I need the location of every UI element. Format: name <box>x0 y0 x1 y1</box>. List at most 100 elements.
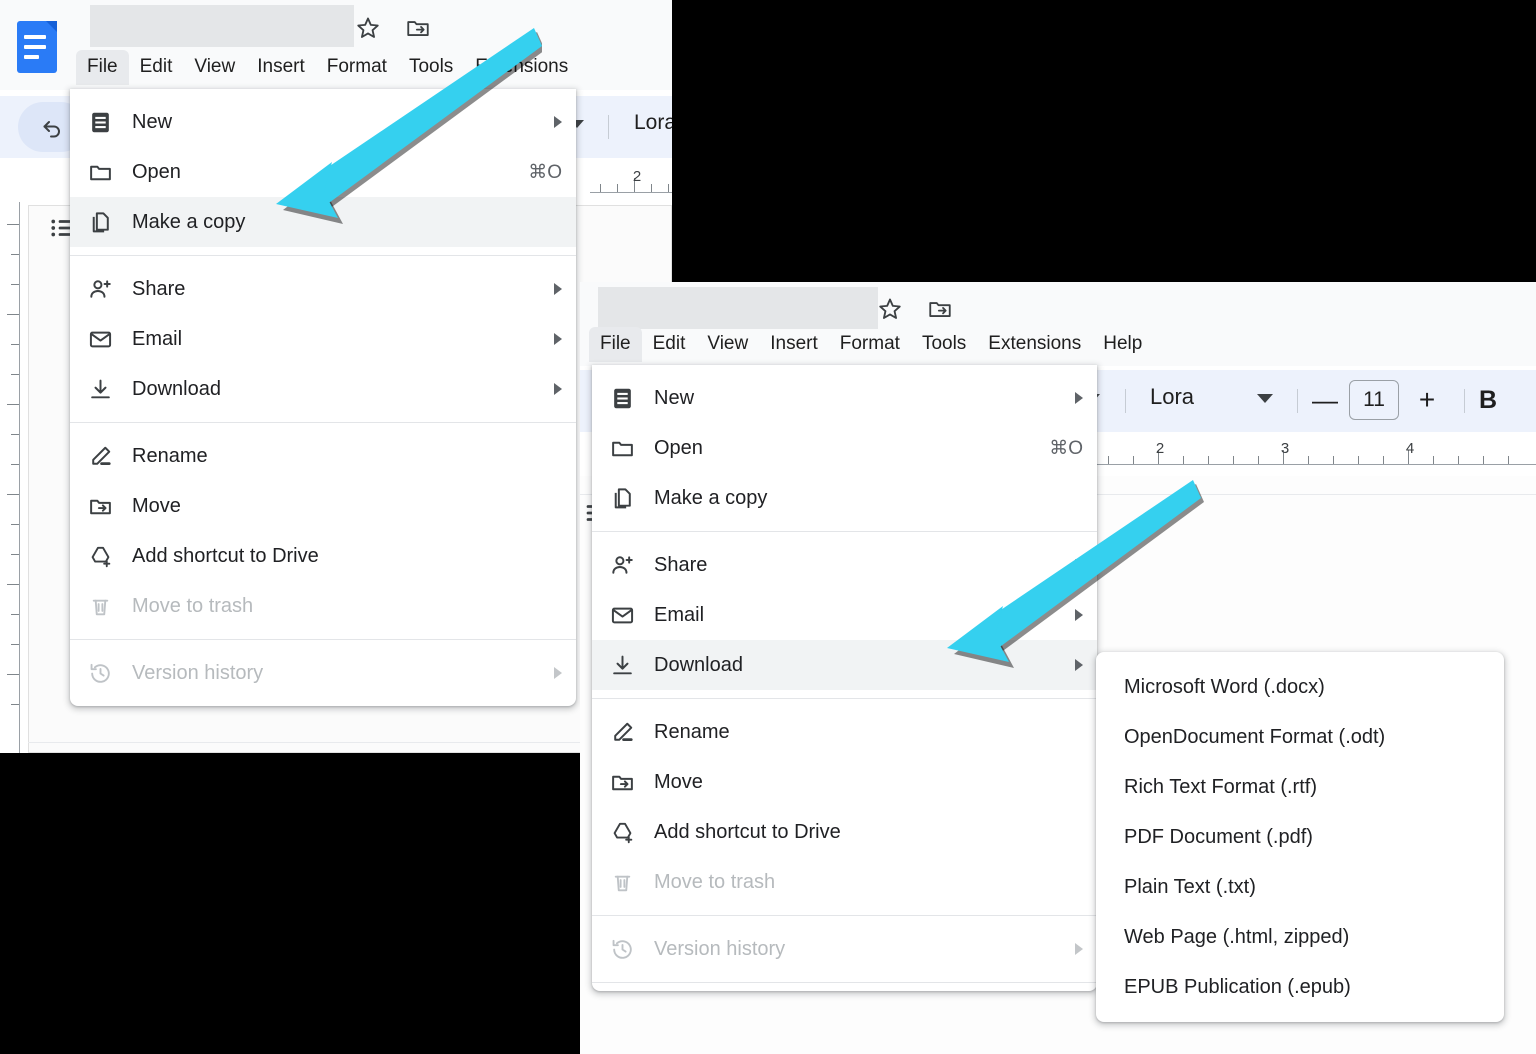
chevron-right-icon <box>1075 609 1083 621</box>
menubar-item-file[interactable]: File <box>76 50 129 85</box>
menu-separator <box>70 422 576 423</box>
bold-button[interactable]: B <box>1470 382 1506 418</box>
star-icon[interactable] <box>352 12 384 44</box>
chevron-right-icon <box>554 283 562 295</box>
menu-item-new[interactable]: New <box>592 373 1097 423</box>
menu-item-download[interactable]: Download <box>592 640 1097 690</box>
drive-shortcut-icon <box>88 544 132 569</box>
menu-item-share[interactable]: Share <box>592 540 1097 590</box>
person-add-icon <box>88 277 132 302</box>
submenu-item-label: EPUB Publication (.epub) <box>1124 975 1351 998</box>
menu-item-label: Open <box>132 160 181 183</box>
menu-item-add-shortcut-to-drive[interactable]: Add shortcut to Drive <box>592 807 1097 857</box>
move-to-folder-icon[interactable] <box>924 293 956 325</box>
menu-item-label: Download <box>654 653 743 676</box>
menu-item-version-history: Version history <box>592 924 1097 974</box>
menu-item-label: Share <box>132 277 186 300</box>
menu-item-label: Email <box>132 327 183 350</box>
menu-item-label: Move <box>654 770 703 793</box>
pencil-icon <box>88 444 132 469</box>
decrease-font-size-button[interactable]: — <box>1308 383 1342 417</box>
submenu-item-rtf[interactable]: Rich Text Format (.rtf) <box>1096 762 1504 812</box>
menu-item-label: Share <box>654 553 708 576</box>
person-add-icon <box>610 553 654 578</box>
font-name-label[interactable]: Lora <box>634 111 672 135</box>
download-submenu: Microsoft Word (.docx) OpenDocument Form… <box>1096 652 1504 1022</box>
submenu-item-pdf[interactable]: PDF Document (.pdf) <box>1096 812 1504 862</box>
document-title-redacted[interactable] <box>598 287 878 329</box>
menubar-item-format[interactable]: Format <box>316 50 398 85</box>
menubar-item-extensions[interactable]: Extensions <box>977 327 1092 362</box>
menu-item-email[interactable]: Email <box>70 314 576 364</box>
menu-item-rename[interactable]: Rename <box>592 707 1097 757</box>
history-icon <box>88 661 132 686</box>
docs-window-two: File Edit View Insert Format Tools Exten… <box>580 282 1536 1054</box>
drive-shortcut-icon <box>610 820 654 845</box>
menu-separator <box>592 915 1097 916</box>
menubar-item-help[interactable]: Help <box>1092 327 1153 362</box>
menubar-item-insert[interactable]: Insert <box>759 327 829 362</box>
menu-item-add-shortcut-to-drive[interactable]: Add shortcut to Drive <box>70 531 576 581</box>
menubar-item-view[interactable]: View <box>696 327 759 362</box>
chevron-right-icon <box>554 667 562 679</box>
move-to-folder-icon[interactable] <box>402 12 434 44</box>
menubar-item-edit[interactable]: Edit <box>129 50 184 85</box>
ruler-label: 2 <box>1155 440 1165 457</box>
menubar-item-extensions[interactable]: Extensions <box>464 50 579 85</box>
submenu-item-label: Microsoft Word (.docx) <box>1124 675 1325 698</box>
menubar-item-tools[interactable]: Tools <box>911 327 977 362</box>
submenu-item-epub[interactable]: EPUB Publication (.epub) <box>1096 962 1504 1012</box>
chevron-right-icon <box>554 383 562 395</box>
menu-item-shortcut: ⌘O <box>528 161 562 183</box>
envelope-icon <box>88 327 132 352</box>
menu-separator <box>70 255 576 256</box>
menu-item-make-a-copy[interactable]: Make a copy <box>70 197 576 247</box>
menu-item-label: New <box>654 386 695 409</box>
menubar-item-format[interactable]: Format <box>829 327 911 362</box>
menu-item-open[interactable]: Open ⌘O <box>592 423 1097 473</box>
font-size-input[interactable]: 11 <box>1349 380 1399 420</box>
ruler-label: 2 <box>632 168 642 185</box>
font-name-label[interactable]: Lora <box>1150 384 1194 410</box>
menubar-item-view[interactable]: View <box>183 50 246 85</box>
new-document-icon <box>610 386 654 411</box>
menu-item-make-a-copy[interactable]: Make a copy <box>592 473 1097 523</box>
ruler-label: 3 <box>1280 440 1290 457</box>
menubar-item-tools[interactable]: Tools <box>398 50 464 85</box>
submenu-item-html[interactable]: Web Page (.html, zipped) <box>1096 912 1504 962</box>
menu-item-download[interactable]: Download <box>70 364 576 414</box>
window-two-file-menu: New Open ⌘O Make a copy Share Email Down… <box>592 365 1097 991</box>
font-dropdown-chevron-down-icon[interactable] <box>1257 394 1273 403</box>
screenshot-stage: File Edit View Insert Format Tools Exten… <box>0 0 1536 1054</box>
menubar-item-insert[interactable]: Insert <box>246 50 316 85</box>
submenu-item-label: Web Page (.html, zipped) <box>1124 925 1350 948</box>
submenu-item-odt[interactable]: OpenDocument Format (.odt) <box>1096 712 1504 762</box>
menu-item-share[interactable]: Share <box>70 264 576 314</box>
history-icon <box>610 937 654 962</box>
menu-separator <box>592 698 1097 699</box>
move-folder-icon <box>610 770 654 795</box>
chevron-right-icon <box>554 116 562 128</box>
increase-font-size-button[interactable]: + <box>1410 383 1444 417</box>
submenu-item-label: PDF Document (.pdf) <box>1124 825 1313 848</box>
chevron-right-icon <box>554 333 562 345</box>
menubar-item-edit[interactable]: Edit <box>642 327 697 362</box>
folder-icon <box>88 160 132 185</box>
menu-item-rename[interactable]: Rename <box>70 431 576 481</box>
menu-item-label: New <box>132 110 173 133</box>
submenu-item-txt[interactable]: Plain Text (.txt) <box>1096 862 1504 912</box>
menu-separator <box>592 982 1097 983</box>
menu-item-move[interactable]: Move <box>70 481 576 531</box>
window-one-menubar: File Edit View Insert Format Tools Exten… <box>76 50 579 85</box>
star-icon[interactable] <box>874 293 906 325</box>
copy-icon <box>610 486 654 511</box>
menu-item-new[interactable]: New <box>70 97 576 147</box>
window-one-vertical-ruler[interactable] <box>0 202 28 753</box>
document-title-redacted[interactable] <box>90 5 354 47</box>
submenu-item-docx[interactable]: Microsoft Word (.docx) <box>1096 662 1504 712</box>
menu-item-email[interactable]: Email <box>592 590 1097 640</box>
menu-item-move[interactable]: Move <box>592 757 1097 807</box>
menu-item-open[interactable]: Open ⌘O <box>70 147 576 197</box>
menubar-item-file[interactable]: File <box>589 327 642 362</box>
ruler-label: 4 <box>1405 440 1415 457</box>
